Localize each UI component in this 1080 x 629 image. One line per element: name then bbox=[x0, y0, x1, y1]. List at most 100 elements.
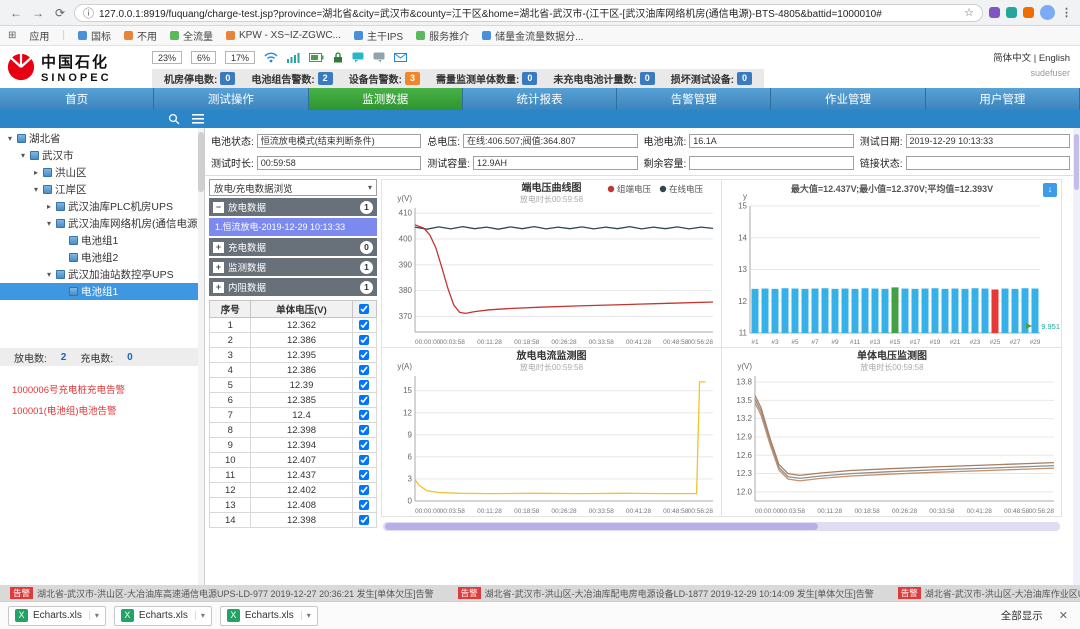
tree-node[interactable]: ▾武汉市 bbox=[0, 147, 204, 164]
bookmark-star-icon[interactable]: ☆ bbox=[964, 6, 974, 19]
tree-node[interactable]: 电池组1 bbox=[0, 283, 204, 300]
horizontal-scrollbar[interactable] bbox=[383, 522, 1060, 531]
row-checkbox[interactable] bbox=[359, 515, 369, 525]
chevron-down-icon[interactable]: ▾ bbox=[89, 611, 99, 620]
row-checkbox[interactable] bbox=[359, 485, 369, 495]
row-checkbox[interactable] bbox=[359, 395, 369, 405]
extension-icon[interactable] bbox=[989, 7, 1000, 18]
chevron-down-icon[interactable]: ▾ bbox=[6, 134, 14, 143]
chevron-down-icon[interactable]: ▾ bbox=[19, 151, 27, 160]
nav-tab[interactable]: 作业管理 bbox=[771, 88, 925, 110]
cell-select bbox=[352, 453, 376, 468]
nav-tab[interactable]: 测试操作 bbox=[154, 88, 308, 110]
bookmark-item[interactable]: 主干IPS bbox=[354, 28, 403, 43]
chevron-down-icon[interactable]: ▾ bbox=[32, 185, 40, 194]
bookmark-item[interactable]: 不用 bbox=[124, 28, 157, 43]
chevron-down-icon[interactable]: ▾ bbox=[195, 611, 205, 620]
record-item[interactable]: 1.恒流放电-2019-12-29 10:13:33 bbox=[209, 218, 377, 236]
tree-node[interactable]: ▾武汉加油站数控亭UPS bbox=[0, 266, 204, 283]
accordion-section[interactable]: +充电数据0 bbox=[209, 238, 377, 256]
language-switch[interactable]: 简体中文 | English bbox=[993, 50, 1070, 64]
field-input[interactable]: 12.9AH bbox=[473, 156, 637, 170]
collapse-icon[interactable]: − bbox=[213, 202, 224, 213]
list-menu-icon[interactable] bbox=[192, 114, 204, 124]
sidebar-scrollbar[interactable] bbox=[198, 128, 204, 585]
bookmark-item[interactable]: 全流量 bbox=[170, 28, 213, 43]
field-input[interactable] bbox=[906, 156, 1070, 170]
tree-node[interactable]: ▸武汉油库PLC机房UPS bbox=[0, 198, 204, 215]
row-checkbox[interactable] bbox=[359, 440, 369, 450]
chevron-down-icon[interactable]: ▾ bbox=[45, 219, 53, 228]
download-item[interactable]: XEcharts.xls▾ bbox=[8, 606, 106, 626]
tree-node[interactable]: ▾江岸区 bbox=[0, 181, 204, 198]
row-checkbox[interactable] bbox=[359, 365, 369, 375]
download-item[interactable]: XEcharts.xls▾ bbox=[114, 606, 212, 626]
tree-node[interactable]: ▾武汉油库网络机房(通信电源) bbox=[0, 215, 204, 232]
show-all-downloads[interactable]: 全部显示 bbox=[1001, 608, 1043, 623]
row-checkbox[interactable] bbox=[359, 350, 369, 360]
vertical-scrollbar[interactable] bbox=[1073, 128, 1080, 585]
profile-avatar[interactable] bbox=[1040, 5, 1055, 20]
extension-icon[interactable] bbox=[1006, 7, 1017, 18]
field-input[interactable] bbox=[689, 156, 853, 170]
data-browse-dropdown[interactable]: 放电/充电数据浏览 ▾ bbox=[209, 179, 377, 196]
accordion-section[interactable]: +监测数据1 bbox=[209, 258, 377, 276]
chevron-down-icon[interactable]: ▾ bbox=[301, 611, 311, 620]
nav-tab[interactable]: 告警管理 bbox=[617, 88, 771, 110]
field-input[interactable]: 00:59:58 bbox=[257, 156, 421, 170]
row-checkbox[interactable] bbox=[359, 320, 369, 330]
expand-icon[interactable]: + bbox=[213, 282, 224, 293]
row-checkbox[interactable] bbox=[359, 335, 369, 345]
nav-tab[interactable]: 统计报表 bbox=[463, 88, 617, 110]
nav-tab[interactable]: 用户管理 bbox=[926, 88, 1080, 110]
chevron-right-icon[interactable]: ▸ bbox=[32, 168, 40, 177]
accordion-section[interactable]: −放电数据1 bbox=[209, 198, 377, 216]
extension-icon[interactable] bbox=[1023, 7, 1034, 18]
nav-tab[interactable]: 监测数据 bbox=[309, 88, 463, 110]
tree-node[interactable]: ▾湖北省 bbox=[0, 130, 204, 147]
address-bar[interactable]: ⓘ 127.0.0.1:8919/fuquang/charge-test.jsp… bbox=[74, 4, 983, 22]
tree-node[interactable]: 电池组2 bbox=[0, 249, 204, 266]
tree-node[interactable]: ▸洪山区 bbox=[0, 164, 204, 181]
row-checkbox[interactable] bbox=[359, 455, 369, 465]
export-icon[interactable]: ↓ bbox=[1043, 183, 1057, 197]
vertical-scrollbar-thumb[interactable] bbox=[1074, 134, 1079, 190]
close-icon[interactable]: ✕ bbox=[1059, 609, 1068, 622]
row-checkbox[interactable] bbox=[359, 380, 369, 390]
select-all-checkbox[interactable] bbox=[359, 304, 369, 314]
tree-node[interactable]: 电池组1 bbox=[0, 232, 204, 249]
alarm-link[interactable]: 1000006号充电桩充电告警 bbox=[12, 382, 204, 396]
field-input[interactable]: 在线:406.507;阀值:364.807 bbox=[463, 134, 637, 148]
accordion-section[interactable]: +内阻数据1 bbox=[209, 278, 377, 296]
apps-grid-icon[interactable]: ⊞ bbox=[8, 30, 16, 41]
expand-icon[interactable]: + bbox=[213, 262, 224, 273]
refresh-button[interactable]: ⟳ bbox=[52, 6, 68, 20]
bookmark-item[interactable]: 服务推介 bbox=[416, 28, 469, 43]
apps-label[interactable]: 应用 bbox=[29, 28, 49, 43]
sidebar-scrollbar-thumb[interactable] bbox=[198, 132, 204, 192]
browser-menu-icon[interactable]: ⋮ bbox=[1061, 6, 1072, 19]
row-checkbox[interactable] bbox=[359, 470, 369, 480]
download-item[interactable]: XEcharts.xls▾ bbox=[220, 606, 318, 626]
alarm-link[interactable]: 100001(电池组)电池告警 bbox=[12, 403, 204, 417]
bookmark-item[interactable]: KPW - XS~IZ-ZGWC... bbox=[226, 28, 341, 43]
row-checkbox[interactable] bbox=[359, 425, 369, 435]
horizontal-scrollbar-thumb[interactable] bbox=[385, 523, 818, 530]
nav-tab[interactable]: 首页 bbox=[0, 88, 154, 110]
chevron-down-icon[interactable]: ▾ bbox=[45, 270, 53, 279]
field-input[interactable]: 16.1A bbox=[689, 134, 853, 148]
bookmark-label: 全流量 bbox=[183, 28, 213, 43]
svg-text:12.3: 12.3 bbox=[736, 469, 752, 478]
back-button[interactable]: ← bbox=[8, 6, 24, 20]
field-input[interactable]: 恒流放电模式(结束判断条件) bbox=[257, 134, 421, 148]
row-checkbox[interactable] bbox=[359, 410, 369, 420]
bookmark-item[interactable]: 储量金流量数据分... bbox=[482, 28, 583, 43]
forward-button[interactable]: → bbox=[30, 6, 46, 20]
search-icon[interactable] bbox=[168, 113, 180, 125]
chevron-right-icon[interactable]: ▸ bbox=[45, 202, 53, 211]
info-icon[interactable]: ⓘ bbox=[83, 5, 94, 21]
bookmark-item[interactable]: 国标 bbox=[78, 28, 111, 43]
expand-icon[interactable]: + bbox=[213, 242, 224, 253]
row-checkbox[interactable] bbox=[359, 500, 369, 510]
field-input[interactable]: 2019-12-29 10:13:33 bbox=[906, 134, 1070, 148]
